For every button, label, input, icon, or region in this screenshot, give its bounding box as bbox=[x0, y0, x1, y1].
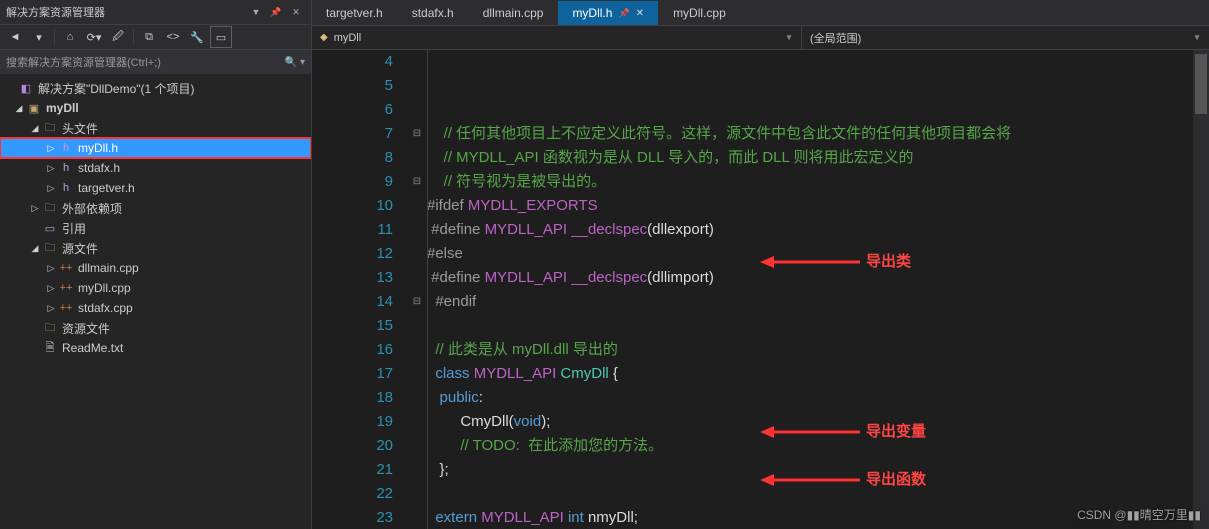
dropdown-icon[interactable]: ▼ bbox=[247, 3, 265, 21]
folder-icon: 🗀 bbox=[42, 200, 58, 216]
line-numbers: 4567891011121314151617181920212223 bbox=[312, 50, 407, 529]
panel-title-bar: 解决方案资源管理器 ▼ 📌 ✕ bbox=[0, 0, 311, 24]
sync-icon[interactable]: 🖉 bbox=[107, 26, 129, 48]
chevron-down-icon: ▼ bbox=[1193, 33, 1201, 42]
close-icon[interactable]: ✕ bbox=[287, 3, 305, 21]
document-tabs: targetver.hstdafx.hdllmain.cppmyDll.h📌✕m… bbox=[312, 0, 1209, 26]
showall-icon[interactable]: ⧉ bbox=[138, 26, 160, 48]
file-readme[interactable]: ▷🗎 ReadMe.txt bbox=[0, 338, 311, 358]
module-icon: ◆ bbox=[320, 32, 328, 43]
file-stdafx-h[interactable]: ▷h stdafx.h bbox=[0, 158, 311, 178]
search-placeholder: 搜索解决方案资源管理器(Ctrl+;) bbox=[6, 54, 161, 70]
pin-icon[interactable]: 📌 bbox=[618, 8, 629, 19]
refresh-icon[interactable]: ⟳▾ bbox=[83, 26, 105, 48]
chevron-down-icon: ▼ bbox=[785, 33, 793, 42]
preview-icon[interactable]: ▭ bbox=[210, 26, 232, 48]
folder-refs[interactable]: ▷▭ 引用 bbox=[0, 218, 311, 238]
tab-dllmain-cpp[interactable]: dllmain.cpp bbox=[469, 1, 558, 25]
folder-icon: 🗀 bbox=[42, 120, 58, 136]
home-icon[interactable]: ⌂ bbox=[59, 26, 81, 48]
nav-bar: ◆ myDll ▼ (全局范围) ▼ bbox=[312, 26, 1209, 50]
tab-stdafx-h[interactable]: stdafx.h bbox=[398, 1, 468, 25]
code-content[interactable]: // 任何其他项目上不应定义此符号。这样，源文件中包含此文件的任何其他项目都会将… bbox=[427, 50, 1209, 529]
file-mydll-cpp[interactable]: ▷++ myDll.cpp bbox=[0, 278, 311, 298]
refs-icon: ▭ bbox=[42, 220, 58, 236]
file-targetver-h[interactable]: ▷h targetver.h bbox=[0, 178, 311, 198]
file-mydll-h[interactable]: ▷h myDll.h bbox=[0, 138, 311, 158]
cpp-file-icon: ++ bbox=[58, 300, 74, 316]
folder-icon: 🗀 bbox=[42, 320, 58, 336]
cpp-file-icon: ++ bbox=[58, 280, 74, 296]
editor-area: targetver.hstdafx.hdllmain.cppmyDll.h📌✕m… bbox=[312, 0, 1209, 529]
solution-icon: ◧ bbox=[18, 80, 34, 96]
folder-external[interactable]: ▷🗀 外部依赖项 bbox=[0, 198, 311, 218]
folder-headers[interactable]: ◢🗀 头文件 bbox=[0, 118, 311, 138]
folder-sources[interactable]: ◢🗀 源文件 bbox=[0, 238, 311, 258]
file-dllmain-cpp[interactable]: ▷++ dllmain.cpp bbox=[0, 258, 311, 278]
panel-title: 解决方案资源管理器 bbox=[6, 4, 105, 20]
folder-resources[interactable]: ▷🗀 资源文件 bbox=[0, 318, 311, 338]
folder-icon: 🗀 bbox=[42, 240, 58, 256]
watermark: CSDN @▮▮晴空万里▮▮ bbox=[1077, 506, 1201, 523]
wrench-icon[interactable]: 🔧 bbox=[186, 26, 208, 48]
txt-file-icon: 🗎 bbox=[42, 340, 58, 356]
forward-icon[interactable]: ▾ bbox=[28, 26, 50, 48]
panel-toolbar: ◄ ▾ ⌂ ⟳▾ 🖉 ⧉ <> 🔧 ▭ bbox=[0, 24, 311, 50]
h-file-icon: h bbox=[58, 140, 74, 156]
solution-tree: ▶◧ 解决方案"DllDemo"(1 个项目) ◢▣ myDll ◢🗀 头文件 … bbox=[0, 74, 311, 529]
nav-scope-left[interactable]: ◆ myDll ▼ bbox=[312, 26, 802, 49]
code-editor[interactable]: 4567891011121314151617181920212223 ⊟⊟⊟ /… bbox=[312, 50, 1209, 529]
project-node[interactable]: ◢▣ myDll bbox=[0, 98, 311, 118]
search-icon: 🔍 ▾ bbox=[285, 57, 305, 68]
scroll-thumb[interactable] bbox=[1195, 54, 1207, 114]
h-file-icon: h bbox=[58, 160, 74, 176]
nav-scope-right[interactable]: (全局范围) ▼ bbox=[802, 26, 1209, 49]
fold-margin[interactable]: ⊟⊟⊟ bbox=[407, 50, 427, 529]
tab-myDll-h[interactable]: myDll.h📌✕ bbox=[558, 1, 658, 25]
scrollbar[interactable] bbox=[1193, 50, 1209, 529]
solution-explorer: 解决方案资源管理器 ▼ 📌 ✕ ◄ ▾ ⌂ ⟳▾ 🖉 ⧉ <> 🔧 ▭ 搜索解决… bbox=[0, 0, 312, 529]
properties-icon[interactable]: <> bbox=[162, 26, 184, 48]
cpp-file-icon: ++ bbox=[58, 260, 74, 276]
project-icon: ▣ bbox=[26, 100, 42, 116]
search-box[interactable]: 搜索解决方案资源管理器(Ctrl+;) 🔍 ▾ bbox=[0, 50, 311, 74]
back-icon[interactable]: ◄ bbox=[4, 26, 26, 48]
tab-myDll-cpp[interactable]: myDll.cpp bbox=[659, 1, 740, 25]
pin-icon[interactable]: 📌 bbox=[267, 3, 285, 21]
file-stdafx-cpp[interactable]: ▷++ stdafx.cpp bbox=[0, 298, 311, 318]
tab-targetver-h[interactable]: targetver.h bbox=[312, 1, 397, 25]
h-file-icon: h bbox=[58, 180, 74, 196]
close-icon[interactable]: ✕ bbox=[636, 8, 644, 19]
solution-node[interactable]: ▶◧ 解决方案"DllDemo"(1 个项目) bbox=[0, 78, 311, 98]
